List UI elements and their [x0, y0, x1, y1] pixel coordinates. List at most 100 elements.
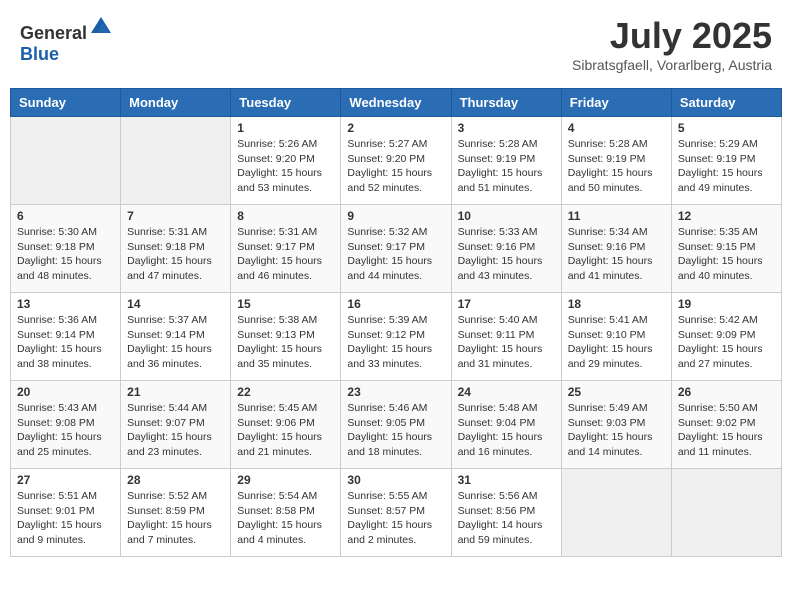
title-block: July 2025 Sibratsgfaell, Vorarlberg, Aus…: [572, 15, 772, 73]
day-info: Sunrise: 5:38 AMSunset: 9:13 PMDaylight:…: [237, 313, 334, 372]
day-number: 22: [237, 385, 334, 399]
location-title: Sibratsgfaell, Vorarlberg, Austria: [572, 57, 772, 73]
day-info: Sunrise: 5:29 AMSunset: 9:19 PMDaylight:…: [678, 137, 775, 196]
day-info: Sunrise: 5:33 AMSunset: 9:16 PMDaylight:…: [458, 225, 555, 284]
logo-icon: [89, 15, 113, 39]
calendar-cell-w4-d5: 24 Sunrise: 5:48 AMSunset: 9:04 PMDayligh…: [451, 381, 561, 469]
day-info: Sunrise: 5:48 AMSunset: 9:04 PMDaylight:…: [458, 401, 555, 460]
calendar-header-row: Sunday Monday Tuesday Wednesday Thursday…: [11, 89, 782, 117]
day-info: Sunrise: 5:40 AMSunset: 9:11 PMDaylight:…: [458, 313, 555, 372]
day-info: Sunrise: 5:39 AMSunset: 9:12 PMDaylight:…: [347, 313, 444, 372]
calendar-week-4: 20 Sunrise: 5:43 AMSunset: 9:08 PMDayligh…: [11, 381, 782, 469]
col-monday: Monday: [121, 89, 231, 117]
page-header: General Blue July 2025 Sibratsgfaell, Vo…: [10, 10, 782, 78]
day-number: 25: [568, 385, 665, 399]
day-number: 6: [17, 209, 114, 223]
calendar-cell-w4-d7: 26 Sunrise: 5:50 AMSunset: 9:02 PMDayligh…: [671, 381, 781, 469]
day-info: Sunrise: 5:30 AMSunset: 9:18 PMDaylight:…: [17, 225, 114, 284]
col-sunday: Sunday: [11, 89, 121, 117]
day-number: 31: [458, 473, 555, 487]
logo-general: General: [20, 23, 87, 43]
day-info: Sunrise: 5:31 AMSunset: 9:17 PMDaylight:…: [237, 225, 334, 284]
calendar-cell-w5-d7: [671, 469, 781, 557]
day-info: Sunrise: 5:56 AMSunset: 8:56 PMDaylight:…: [458, 489, 555, 548]
calendar-cell-w3-d3: 15 Sunrise: 5:38 AMSunset: 9:13 PMDayligh…: [231, 293, 341, 381]
day-number: 2: [347, 121, 444, 135]
calendar-week-3: 13 Sunrise: 5:36 AMSunset: 9:14 PMDayligh…: [11, 293, 782, 381]
calendar-cell-w2-d7: 12 Sunrise: 5:35 AMSunset: 9:15 PMDayligh…: [671, 205, 781, 293]
day-number: 14: [127, 297, 224, 311]
calendar-cell-w2-d1: 6 Sunrise: 5:30 AMSunset: 9:18 PMDaylight…: [11, 205, 121, 293]
day-info: Sunrise: 5:35 AMSunset: 9:15 PMDaylight:…: [678, 225, 775, 284]
day-number: 21: [127, 385, 224, 399]
day-number: 12: [678, 209, 775, 223]
day-number: 26: [678, 385, 775, 399]
day-number: 28: [127, 473, 224, 487]
calendar-cell-w4-d3: 22 Sunrise: 5:45 AMSunset: 9:06 PMDayligh…: [231, 381, 341, 469]
day-number: 9: [347, 209, 444, 223]
day-number: 8: [237, 209, 334, 223]
month-title: July 2025: [572, 15, 772, 57]
day-number: 1: [237, 121, 334, 135]
day-info: Sunrise: 5:42 AMSunset: 9:09 PMDaylight:…: [678, 313, 775, 372]
calendar-cell-w5-d1: 27 Sunrise: 5:51 AMSunset: 9:01 PMDayligh…: [11, 469, 121, 557]
day-info: Sunrise: 5:50 AMSunset: 9:02 PMDaylight:…: [678, 401, 775, 460]
calendar-week-5: 27 Sunrise: 5:51 AMSunset: 9:01 PMDayligh…: [11, 469, 782, 557]
day-info: Sunrise: 5:52 AMSunset: 8:59 PMDaylight:…: [127, 489, 224, 548]
day-number: 4: [568, 121, 665, 135]
day-number: 15: [237, 297, 334, 311]
day-info: Sunrise: 5:27 AMSunset: 9:20 PMDaylight:…: [347, 137, 444, 196]
day-number: 5: [678, 121, 775, 135]
day-info: Sunrise: 5:49 AMSunset: 9:03 PMDaylight:…: [568, 401, 665, 460]
day-info: Sunrise: 5:26 AMSunset: 9:20 PMDaylight:…: [237, 137, 334, 196]
calendar-cell-w1-d5: 3Sunrise: 5:28 AMSunset: 9:19 PMDaylight…: [451, 117, 561, 205]
calendar-cell-w3-d1: 13 Sunrise: 5:36 AMSunset: 9:14 PMDayligh…: [11, 293, 121, 381]
calendar-cell-w4-d1: 20 Sunrise: 5:43 AMSunset: 9:08 PMDayligh…: [11, 381, 121, 469]
calendar-cell-w2-d5: 10 Sunrise: 5:33 AMSunset: 9:16 PMDayligh…: [451, 205, 561, 293]
day-info: Sunrise: 5:34 AMSunset: 9:16 PMDaylight:…: [568, 225, 665, 284]
calendar-week-2: 6 Sunrise: 5:30 AMSunset: 9:18 PMDaylight…: [11, 205, 782, 293]
col-wednesday: Wednesday: [341, 89, 451, 117]
calendar-cell-w4-d4: 23Sunrise: 5:46 AMSunset: 9:05 PMDayligh…: [341, 381, 451, 469]
col-friday: Friday: [561, 89, 671, 117]
day-info: Sunrise: 5:32 AMSunset: 9:17 PMDaylight:…: [347, 225, 444, 284]
calendar-cell-w1-d7: 5 Sunrise: 5:29 AMSunset: 9:19 PMDaylight…: [671, 117, 781, 205]
day-number: 16: [347, 297, 444, 311]
calendar-table: Sunday Monday Tuesday Wednesday Thursday…: [10, 88, 782, 557]
day-info: Sunrise: 5:43 AMSunset: 9:08 PMDaylight:…: [17, 401, 114, 460]
col-saturday: Saturday: [671, 89, 781, 117]
logo: General Blue: [20, 15, 113, 65]
calendar-cell-w5-d5: 31 Sunrise: 5:56 AMSunset: 8:56 PMDayligh…: [451, 469, 561, 557]
day-number: 27: [17, 473, 114, 487]
day-info: Sunrise: 5:54 AMSunset: 8:58 PMDaylight:…: [237, 489, 334, 548]
day-info: Sunrise: 5:36 AMSunset: 9:14 PMDaylight:…: [17, 313, 114, 372]
day-info: Sunrise: 5:51 AMSunset: 9:01 PMDaylight:…: [17, 489, 114, 548]
col-tuesday: Tuesday: [231, 89, 341, 117]
calendar-cell-w5-d6: [561, 469, 671, 557]
day-number: 20: [17, 385, 114, 399]
day-info: Sunrise: 5:45 AMSunset: 9:06 PMDaylight:…: [237, 401, 334, 460]
calendar-cell-w1-d3: 1 Sunrise: 5:26 AMSunset: 9:20 PMDaylight…: [231, 117, 341, 205]
day-info: Sunrise: 5:41 AMSunset: 9:10 PMDaylight:…: [568, 313, 665, 372]
day-info: Sunrise: 5:37 AMSunset: 9:14 PMDaylight:…: [127, 313, 224, 372]
calendar-cell-w5-d3: 29 Sunrise: 5:54 AMSunset: 8:58 PMDayligh…: [231, 469, 341, 557]
day-number: 13: [17, 297, 114, 311]
calendar-cell-w5-d2: 28 Sunrise: 5:52 AMSunset: 8:59 PMDayligh…: [121, 469, 231, 557]
day-info: Sunrise: 5:28 AMSunset: 9:19 PMDaylight:…: [458, 137, 555, 196]
day-info: Sunrise: 5:31 AMSunset: 9:18 PMDaylight:…: [127, 225, 224, 284]
day-number: 24: [458, 385, 555, 399]
day-number: 29: [237, 473, 334, 487]
day-number: 11: [568, 209, 665, 223]
calendar-cell-w1-d4: 2 Sunrise: 5:27 AMSunset: 9:20 PMDaylight…: [341, 117, 451, 205]
day-info: Sunrise: 5:28 AMSunset: 9:19 PMDaylight:…: [568, 137, 665, 196]
day-number: 30: [347, 473, 444, 487]
calendar-cell-w1-d1: [11, 117, 121, 205]
calendar-week-1: 1 Sunrise: 5:26 AMSunset: 9:20 PMDaylight…: [11, 117, 782, 205]
day-number: 10: [458, 209, 555, 223]
calendar-cell-w3-d6: 18Sunrise: 5:41 AMSunset: 9:10 PMDayligh…: [561, 293, 671, 381]
calendar-cell-w2-d4: 9 Sunrise: 5:32 AMSunset: 9:17 PMDaylight…: [341, 205, 451, 293]
calendar-cell-w1-d6: 4 Sunrise: 5:28 AMSunset: 9:19 PMDaylight…: [561, 117, 671, 205]
day-number: 19: [678, 297, 775, 311]
calendar-cell-w3-d5: 17Sunrise: 5:40 AMSunset: 9:11 PMDayligh…: [451, 293, 561, 381]
day-info: Sunrise: 5:44 AMSunset: 9:07 PMDaylight:…: [127, 401, 224, 460]
